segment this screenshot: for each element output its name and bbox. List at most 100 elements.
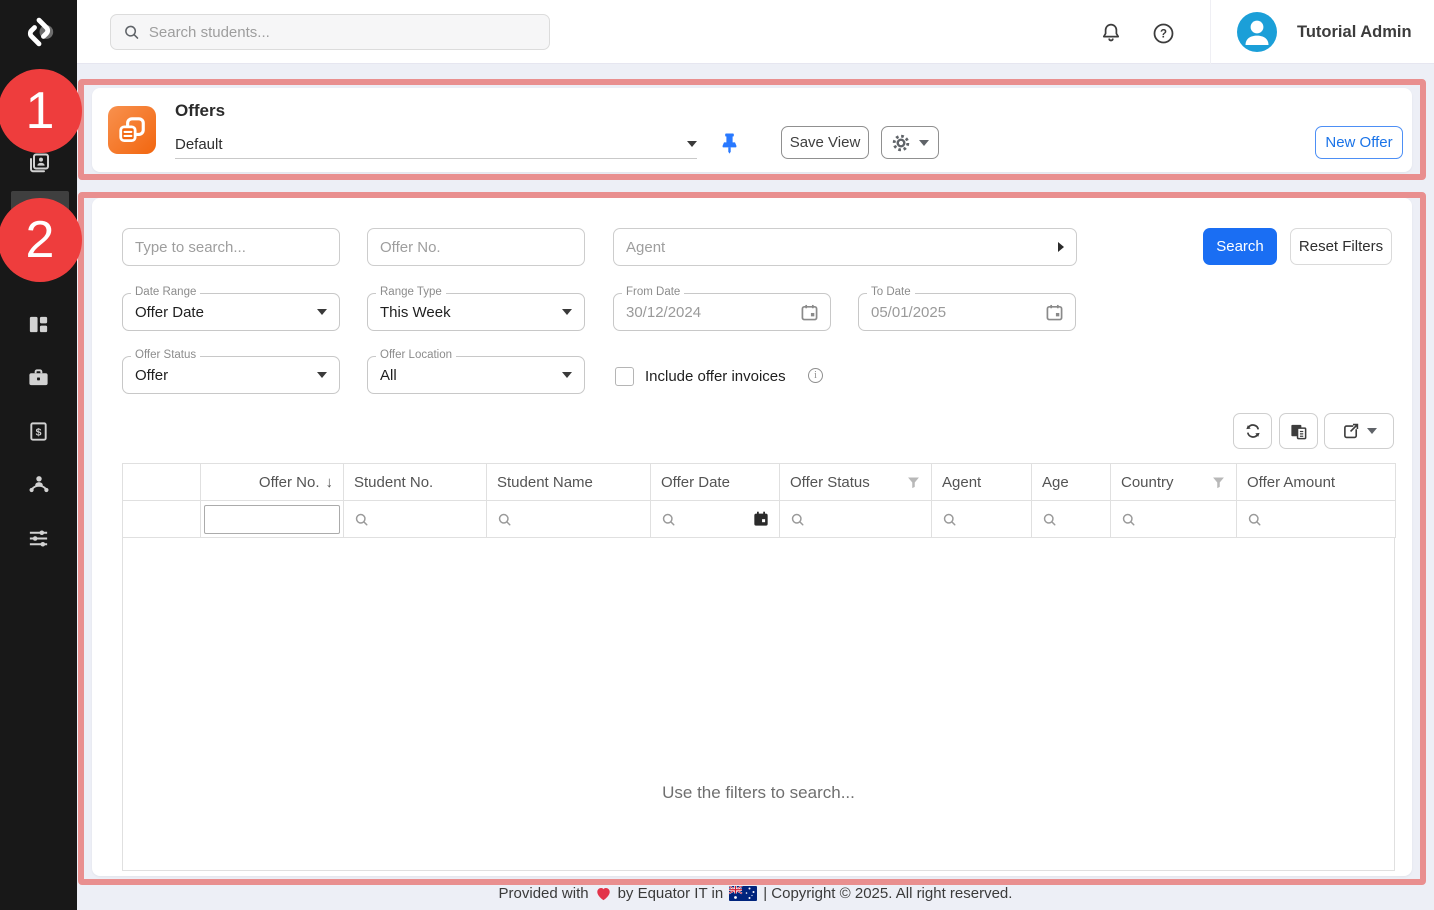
reset-filters-button[interactable]: Reset Filters: [1290, 228, 1392, 265]
user-name[interactable]: Tutorial Admin: [1297, 0, 1412, 64]
col-select: [123, 464, 201, 501]
to-date-field[interactable]: To Date 05/01/2025: [858, 293, 1076, 331]
export-icon: [1342, 422, 1360, 440]
sidebar-item-settings[interactable]: [0, 516, 77, 560]
col-student-no[interactable]: Student No.: [344, 464, 487, 501]
footer-provided-text: Provided with: [499, 885, 589, 902]
offers-filter-panel: Agent Search Reset Filters Date Range Of…: [92, 198, 1412, 876]
filter-cell-offer-status[interactable]: [780, 501, 932, 538]
chevron-down-icon: [317, 309, 327, 315]
offer-status-value: Offer: [135, 367, 168, 384]
content-area: Offers Default Save View: [77, 64, 1434, 910]
grid-empty-area: Use the filters to search...: [122, 538, 1395, 871]
chevron-down-icon: [317, 372, 327, 378]
col-country[interactable]: Country: [1111, 464, 1237, 501]
annotation-step-2: 2: [0, 198, 82, 282]
offer-status-select[interactable]: Offer Status Offer: [122, 356, 340, 394]
offer-status-label: Offer Status: [131, 349, 200, 361]
search-students-input[interactable]: [149, 24, 537, 41]
search-icon: [942, 512, 957, 527]
filter-cell-agent[interactable]: [932, 501, 1032, 538]
offers-pages-icon: [117, 115, 147, 145]
heart-icon: [595, 886, 612, 902]
filter-cell-offer-date[interactable]: [651, 501, 780, 538]
from-date-field[interactable]: From Date 30/12/2024: [613, 293, 831, 331]
pin-view-button[interactable]: [716, 130, 742, 156]
sidebar-item-courses[interactable]: [0, 355, 77, 399]
save-view-button[interactable]: Save View: [781, 126, 869, 159]
filter-cell-student-no[interactable]: [344, 501, 487, 538]
sidebar-item-agents[interactable]: [0, 462, 77, 506]
col-age[interactable]: Age: [1032, 464, 1111, 501]
help-icon: ?: [1152, 22, 1175, 45]
from-date-label: From Date: [622, 286, 684, 298]
col-label: Student Name: [497, 474, 593, 491]
chevron-down-icon: [1367, 428, 1377, 434]
offers-module-icon: [108, 106, 156, 154]
col-offer-amount[interactable]: Offer Amount: [1237, 464, 1396, 501]
agent-select[interactable]: Agent: [613, 228, 1077, 266]
help-button[interactable]: ?: [1148, 18, 1178, 48]
svg-text:?: ?: [1159, 28, 1166, 40]
include-invoices-checkbox[interactable]: [615, 367, 634, 386]
offer-no-input[interactable]: [367, 228, 585, 266]
sidebar-item-invoices[interactable]: $: [0, 409, 77, 453]
bell-icon: [1100, 22, 1122, 44]
offer-location-select[interactable]: Offer Location All: [367, 356, 585, 394]
dollar-invoice-icon: $: [27, 420, 50, 443]
offer-location-label: Offer Location: [376, 349, 456, 361]
filter-cell-offer-no[interactable]: [201, 501, 344, 538]
chevron-down-icon: [562, 309, 572, 315]
agents-network-icon: [27, 472, 51, 496]
new-offer-button[interactable]: New Offer: [1315, 126, 1403, 159]
column-chooser-button[interactable]: [1279, 413, 1318, 449]
chevron-down-icon: [687, 141, 697, 147]
australia-flag-icon: [729, 886, 757, 901]
range-type-select[interactable]: Range Type This Week: [367, 293, 585, 331]
type-to-search-input[interactable]: [122, 228, 340, 266]
footer: Provided with by Equator IT in | Copyrig…: [77, 885, 1434, 902]
col-offer-no[interactable]: Offer No. ↓: [201, 464, 344, 501]
export-button[interactable]: [1324, 413, 1394, 449]
offers-grid: Offer No. ↓ Student No. Student Name Off…: [122, 463, 1395, 871]
chevron-down-icon: [562, 372, 572, 378]
page-title: Offers: [175, 101, 225, 121]
filter-funnel-icon[interactable]: [906, 475, 921, 490]
sliders-tune-icon: [27, 527, 50, 550]
col-label: Agent: [942, 474, 981, 491]
col-student-name[interactable]: Student Name: [487, 464, 651, 501]
pushpin-icon: [721, 133, 738, 154]
info-icon[interactable]: i: [808, 368, 823, 383]
filter-cell-age[interactable]: [1032, 501, 1111, 538]
sidebar-item-dashboard[interactable]: [0, 302, 77, 346]
col-label: Offer Date: [661, 474, 730, 491]
include-invoices-label: Include offer invoices: [645, 368, 786, 385]
col-offer-date[interactable]: Offer Date: [651, 464, 780, 501]
app-root: $: [0, 0, 1434, 910]
app-logo[interactable]: [0, 0, 77, 64]
col-offer-status[interactable]: Offer Status: [780, 464, 932, 501]
view-selector[interactable]: Default: [175, 130, 697, 159]
col-label: Offer Amount: [1247, 474, 1335, 491]
date-range-select[interactable]: Date Range Offer Date: [122, 293, 340, 331]
user-avatar[interactable]: [1237, 12, 1277, 52]
calendar-icon: [1046, 304, 1063, 321]
search-icon: [1247, 512, 1262, 527]
view-settings-button[interactable]: [881, 126, 939, 159]
refresh-button[interactable]: [1233, 413, 1272, 449]
filter-cell-country[interactable]: [1111, 501, 1237, 538]
search-icon: [790, 512, 805, 527]
calendar-icon[interactable]: [753, 511, 769, 527]
filter-row: [123, 501, 1396, 538]
app-logo-icon: [18, 11, 60, 53]
search-button[interactable]: Search: [1203, 228, 1277, 265]
filter-cell-student-name[interactable]: [487, 501, 651, 538]
notifications-button[interactable]: [1096, 18, 1126, 48]
student-contacts-icon: [27, 151, 51, 175]
col-label: Student No.: [354, 474, 433, 491]
student-search[interactable]: [110, 14, 550, 50]
filter-funnel-icon[interactable]: [1211, 475, 1226, 490]
offers-grid-header: Offer No. ↓ Student No. Student Name Off…: [122, 463, 1396, 538]
col-agent[interactable]: Agent: [932, 464, 1032, 501]
filter-cell-offer-amount[interactable]: [1237, 501, 1396, 538]
